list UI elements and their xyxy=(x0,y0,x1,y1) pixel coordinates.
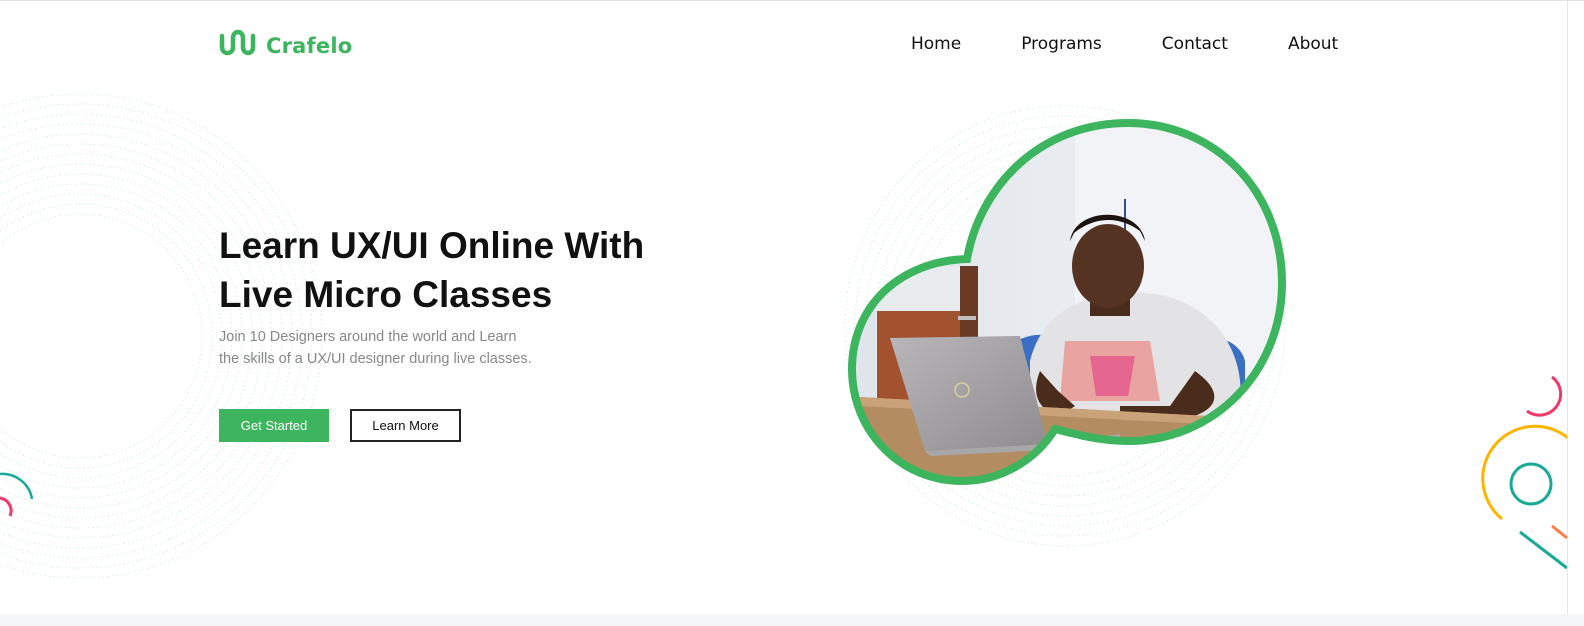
deco-yellow-arc-right xyxy=(1481,424,1569,521)
nav-about[interactable]: About xyxy=(1288,34,1338,54)
hero-title-line-1: Learn UX/UI Online With xyxy=(219,225,645,266)
deco-teal-circle-right xyxy=(1509,462,1553,506)
nav-contact[interactable]: Contact xyxy=(1162,34,1228,54)
brand-logo[interactable]: Crafelo xyxy=(219,28,352,63)
deco-teal-arc-left xyxy=(0,472,34,500)
learn-more-button[interactable]: Learn More xyxy=(350,409,461,442)
next-section-edge xyxy=(0,614,1584,626)
landing-page: Crafelo Home Programs Contact About Lear… xyxy=(0,0,1584,626)
get-started-button[interactable]: Get Started xyxy=(219,409,329,442)
hero-title-line-2: Live Micro Classes xyxy=(219,274,553,315)
nav-programs[interactable]: Programs xyxy=(1021,34,1102,54)
main-nav: Home Programs Contact About xyxy=(911,34,1338,54)
deco-pink-arc-left xyxy=(0,496,13,517)
hero-subtitle-line-2: the skills of a UX/UI designer during li… xyxy=(219,351,532,367)
deco-teal-line-right xyxy=(1519,530,1568,570)
deco-pink-arc-right xyxy=(1526,375,1563,417)
logo-icon xyxy=(219,28,256,63)
hero-subtitle-line-1: Join 10 Designers around the world and L… xyxy=(219,329,517,345)
hero-title: Learn UX/UI Online With Live Micro Class… xyxy=(219,221,739,319)
nav-home[interactable]: Home xyxy=(911,34,961,54)
deco-orange-line-right xyxy=(1551,524,1568,540)
brand-name: Crafelo xyxy=(266,33,353,58)
hero-subtitle: Join 10 Designers around the world and L… xyxy=(219,326,532,370)
hero-image xyxy=(852,123,1282,481)
scrollbar[interactable] xyxy=(1567,1,1584,626)
